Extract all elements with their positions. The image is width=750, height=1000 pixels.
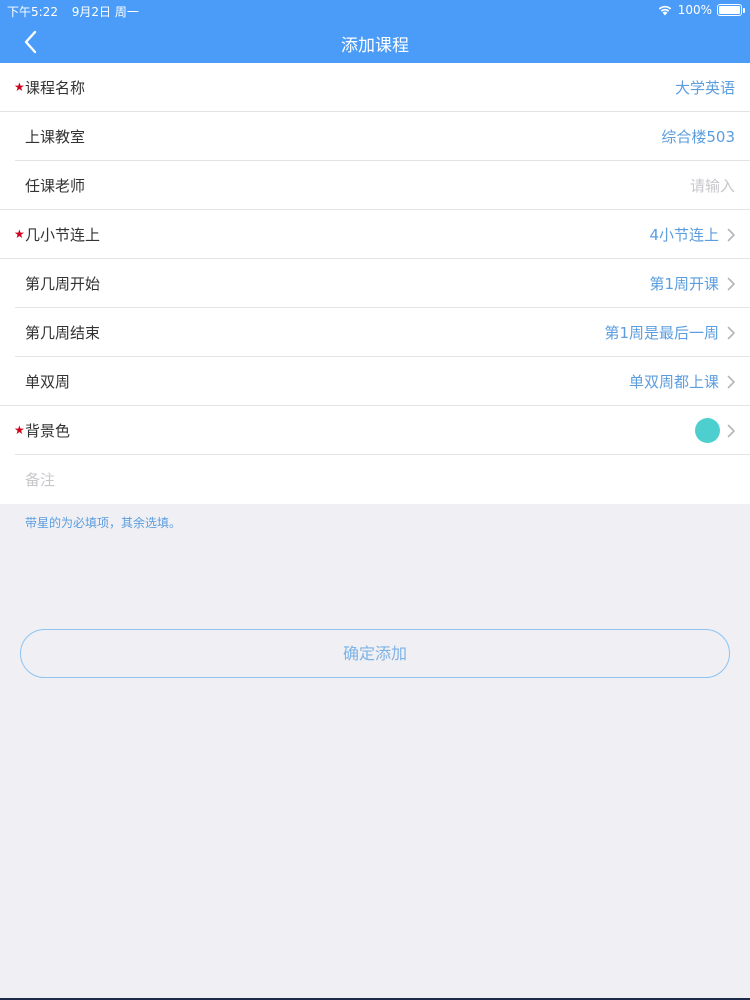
chevron-right-icon xyxy=(727,375,735,389)
page-title: 添加课程 xyxy=(341,36,409,56)
odd-even-week-row[interactable]: 单双周 单双周都上课 xyxy=(0,357,750,406)
end-week-label: 第几周结束 xyxy=(25,324,101,342)
classroom-row[interactable]: 上课教室 综合楼503 xyxy=(0,112,750,161)
note-row[interactable]: 备注 xyxy=(0,455,750,504)
teacher-row[interactable]: 任课老师 请输入 xyxy=(0,161,750,210)
course-name-label: 课程名称 xyxy=(25,79,86,97)
required-star-icon: ★ xyxy=(14,80,25,94)
color-swatch[interactable] xyxy=(695,418,720,443)
confirm-add-button[interactable]: 确定添加 xyxy=(20,629,730,678)
end-week-value: 第1周是最后一周 xyxy=(604,324,719,342)
classroom-input[interactable]: 综合楼503 xyxy=(661,126,735,147)
wifi-icon xyxy=(658,5,671,16)
status-left: 下午5:22 9月2日 周一 xyxy=(7,3,149,20)
battery-icon xyxy=(717,4,745,16)
status-bar: 下午5:22 9月2日 周一 100% xyxy=(0,0,750,20)
sections-value: 4小节连上 xyxy=(649,226,719,244)
chevron-right-icon xyxy=(727,228,735,242)
course-name-row[interactable]: ★ 课程名称 大学英语 xyxy=(0,63,750,112)
teacher-input[interactable]: 请输入 xyxy=(690,175,735,196)
battery-percent: 100% xyxy=(677,3,712,17)
course-form: ★ 课程名称 大学英语 上课教室 综合楼503 任课老师 请输入 ★ 几小节连上… xyxy=(0,63,750,504)
teacher-label: 任课老师 xyxy=(25,177,86,195)
chevron-right-icon xyxy=(727,424,735,438)
required-star-icon: ★ xyxy=(14,227,25,241)
start-week-value: 第1周开课 xyxy=(649,275,719,293)
end-week-row[interactable]: 第几周结束 第1周是最后一周 xyxy=(0,308,750,357)
status-right: 100% xyxy=(658,3,745,17)
required-hint: 带星的为必填项，其余选填。 xyxy=(25,516,182,530)
sections-label: 几小节连上 xyxy=(25,226,101,244)
status-date: 9月2日 周一 xyxy=(71,5,139,19)
bg-color-label: 背景色 xyxy=(25,422,71,440)
note-input[interactable]: 备注 xyxy=(25,469,55,490)
course-name-input[interactable]: 大学英语 xyxy=(675,77,735,98)
odd-even-week-value: 单双周都上课 xyxy=(628,373,719,391)
classroom-label: 上课教室 xyxy=(25,128,86,146)
nav-bar: 添加课程 xyxy=(0,20,750,63)
start-week-label: 第几周开始 xyxy=(25,275,101,293)
status-time: 下午5:22 xyxy=(7,5,58,19)
start-week-row[interactable]: 第几周开始 第1周开课 xyxy=(0,259,750,308)
required-star-icon: ★ xyxy=(14,423,25,437)
chevron-right-icon xyxy=(727,277,735,291)
chevron-right-icon xyxy=(727,326,735,340)
bg-color-row[interactable]: ★ 背景色 xyxy=(0,406,750,455)
sections-row[interactable]: ★ 几小节连上 4小节连上 xyxy=(0,210,750,259)
odd-even-week-label: 单双周 xyxy=(25,373,71,391)
